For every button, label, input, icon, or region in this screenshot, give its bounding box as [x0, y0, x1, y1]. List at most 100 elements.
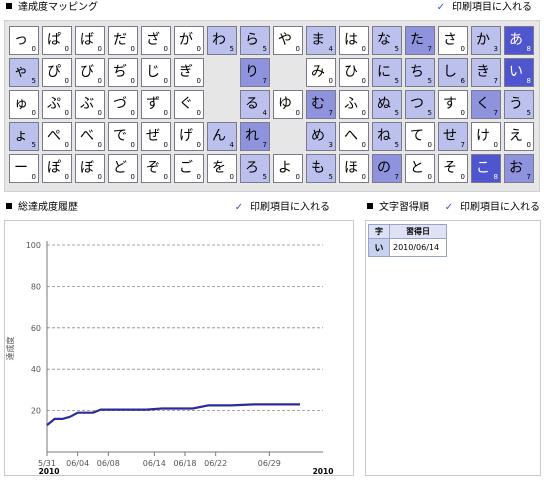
kana-cell[interactable]: ぷ0	[42, 90, 72, 119]
kana-cell[interactable]: ょ5	[9, 122, 39, 151]
kana-cell[interactable]: え0	[504, 122, 534, 151]
kana-level: 0	[31, 45, 36, 53]
kana-cell[interactable]: だ0	[108, 26, 138, 55]
kana-cell[interactable]: ん4	[207, 122, 237, 151]
kana-cell[interactable]: け0	[471, 122, 501, 151]
kana-cell[interactable]: い8	[504, 58, 534, 87]
kana-cell[interactable]: く7	[471, 90, 501, 119]
column-header-date[interactable]: 習得日	[389, 224, 447, 239]
kana-cell[interactable]: が0	[174, 26, 204, 55]
kana-cell[interactable]: ぺ0	[42, 122, 72, 151]
x-tick-label: 06/08	[97, 459, 120, 468]
table-row[interactable]: い 2010/06/14	[368, 238, 447, 257]
kana-cell[interactable]: じ0	[141, 58, 171, 87]
kana-cell[interactable]: と0	[405, 154, 435, 183]
kana-cell[interactable]: き7	[471, 58, 501, 87]
kana-cell[interactable]: す0	[438, 90, 468, 119]
kana-cell[interactable]: ね5	[372, 122, 402, 151]
kana-cell[interactable]: あ8	[504, 26, 534, 55]
kana-cell[interactable]: ほ0	[339, 154, 369, 183]
kana-cell[interactable]: ゃ5	[9, 58, 39, 87]
kana-cell[interactable]: の7	[372, 154, 402, 183]
kana-cell[interactable]: げ0	[174, 122, 204, 151]
kana-cell[interactable]: も5	[306, 154, 336, 183]
kana-char: じ	[146, 64, 160, 80]
kana-cell[interactable]: ぼ0	[75, 154, 105, 183]
kana-cell[interactable]: び0	[75, 58, 105, 87]
kana-cell[interactable]: へ0	[339, 122, 369, 151]
kana-cell[interactable]: つ5	[405, 90, 435, 119]
kana-cell[interactable]: た7	[405, 26, 435, 55]
kana-cell[interactable]: ぜ0	[141, 122, 171, 151]
kana-cell[interactable]: ぶ0	[75, 90, 105, 119]
kana-cell[interactable]: む7	[306, 90, 336, 119]
kana-cell[interactable]: ぐ0	[174, 90, 204, 119]
checkbox-checked-icon[interactable]: ✓	[444, 203, 454, 213]
kana-level: 0	[130, 173, 135, 181]
kana-cell[interactable]: そ0	[438, 154, 468, 183]
x-tick-label: 06/29	[258, 459, 281, 468]
kana-cell[interactable]: か3	[471, 26, 501, 55]
kana-cell[interactable]: わ5	[207, 26, 237, 55]
kana-cell[interactable]: ろ5	[240, 154, 270, 183]
kana-cell[interactable]: み0	[306, 58, 336, 87]
kana-cell[interactable]: れ7	[240, 122, 270, 151]
history-print-option[interactable]: ✓ 印刷項目に入れる	[234, 201, 330, 215]
kana-cell[interactable]: お7	[504, 154, 534, 183]
kana-cell[interactable]: を0	[207, 154, 237, 183]
kana-char: る	[245, 96, 259, 112]
kana-cell[interactable]: り7	[240, 58, 270, 87]
kana-level: 0	[130, 109, 135, 117]
kana-level: 0	[97, 45, 102, 53]
checkbox-checked-icon[interactable]: ✓	[436, 3, 446, 13]
order-print-option[interactable]: ✓ 印刷項目に入れる	[444, 201, 540, 215]
kana-cell[interactable]: ち5	[405, 58, 435, 87]
mapping-print-option[interactable]: ✓ 印刷項目に入れる	[436, 1, 532, 15]
checkbox-checked-icon[interactable]: ✓	[234, 203, 244, 213]
kana-cell[interactable]: ふ0	[339, 90, 369, 119]
mapping-section-title: 達成度マッピング	[18, 2, 98, 13]
kana-cell[interactable]: べ0	[75, 122, 105, 151]
kana-cell[interactable]: ど0	[108, 154, 138, 183]
kana-char: ず	[146, 96, 160, 112]
kana-char: ぴ	[47, 64, 61, 80]
grid-empty-slot	[207, 90, 237, 119]
kana-cell[interactable]: て0	[405, 122, 435, 151]
kana-cell[interactable]: ま4	[306, 26, 336, 55]
kana-cell[interactable]: ご0	[174, 154, 204, 183]
kana-cell[interactable]: こ8	[471, 154, 501, 183]
kana-cell[interactable]: ゅ0	[9, 90, 39, 119]
table-header-row: 字 習得日	[368, 224, 447, 239]
kana-cell[interactable]: ー0	[9, 154, 39, 183]
kana-cell[interactable]: ざ0	[141, 26, 171, 55]
kana-cell[interactable]: ぎ0	[174, 58, 204, 87]
kana-cell[interactable]: め3	[306, 122, 336, 151]
kana-cell[interactable]: ひ0	[339, 58, 369, 87]
kana-cell[interactable]: ぱ0	[42, 26, 72, 55]
kana-cell[interactable]: ぢ0	[108, 58, 138, 87]
kana-cell[interactable]: し6	[438, 58, 468, 87]
kana-cell[interactable]: に5	[372, 58, 402, 87]
kana-cell[interactable]: づ0	[108, 90, 138, 119]
kana-cell[interactable]: ら5	[240, 26, 270, 55]
column-header-char[interactable]: 字	[368, 224, 390, 239]
kana-cell[interactable]: っ0	[9, 26, 39, 55]
kana-cell[interactable]: ぬ5	[372, 90, 402, 119]
kana-cell[interactable]: や0	[273, 26, 303, 55]
kana-cell[interactable]: せ7	[438, 122, 468, 151]
kana-cell[interactable]: な5	[372, 26, 402, 55]
kana-cell[interactable]: う5	[504, 90, 534, 119]
kana-cell[interactable]: ず0	[141, 90, 171, 119]
y-tick-label: 100	[26, 241, 41, 250]
kana-cell[interactable]: る4	[240, 90, 270, 119]
kana-cell[interactable]: ぴ0	[42, 58, 72, 87]
kana-cell[interactable]: よ0	[273, 154, 303, 183]
kana-cell[interactable]: ぞ0	[141, 154, 171, 183]
kana-cell[interactable]: で0	[108, 122, 138, 151]
kana-cell[interactable]: は0	[339, 26, 369, 55]
kana-cell[interactable]: ば0	[75, 26, 105, 55]
kana-cell[interactable]: さ0	[438, 26, 468, 55]
kana-cell[interactable]: ゆ0	[273, 90, 303, 119]
grid-empty-slot	[273, 122, 303, 151]
kana-cell[interactable]: ぽ0	[42, 154, 72, 183]
